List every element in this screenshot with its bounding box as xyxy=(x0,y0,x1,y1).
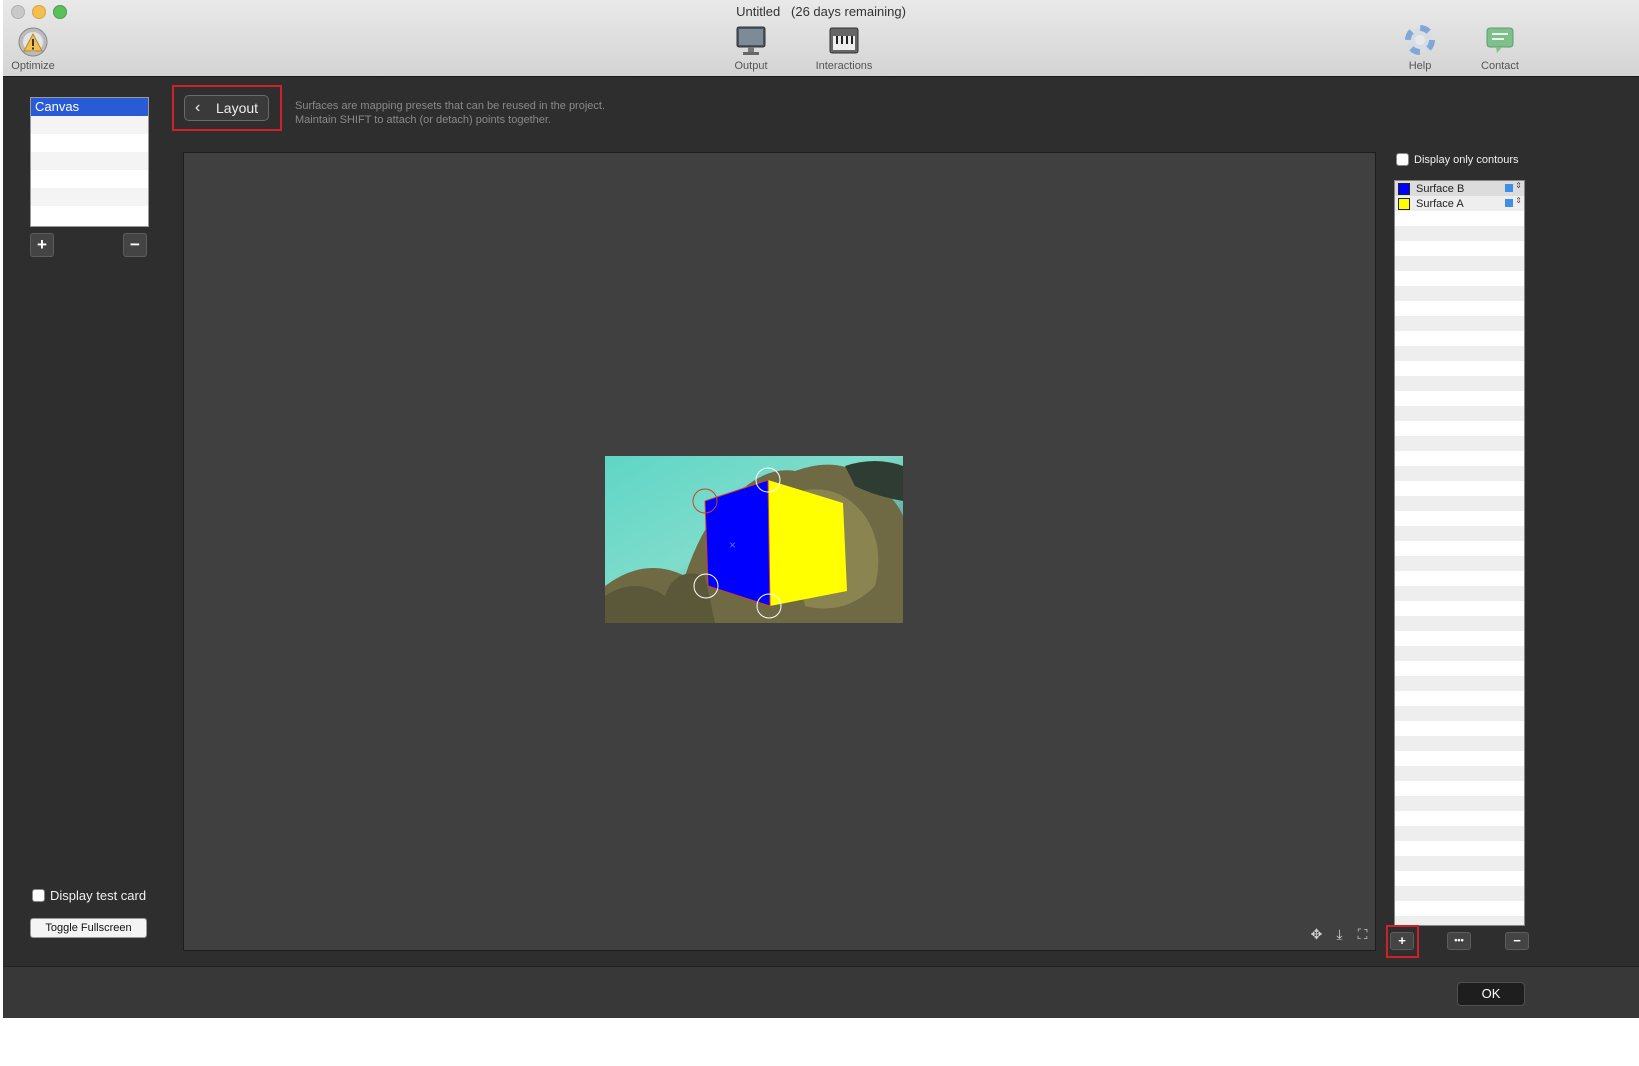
layout-button-label: Layout xyxy=(216,100,259,116)
screenshot-margin xyxy=(0,1018,1639,1066)
optimize-label: Optimize xyxy=(11,60,55,72)
toolbar-output[interactable]: Output xyxy=(711,24,791,72)
output-label: Output xyxy=(734,60,768,72)
document-name: Untitled xyxy=(736,4,781,19)
empty-list-row xyxy=(31,116,148,134)
chat-bubble-icon xyxy=(1486,27,1514,53)
toolbar-help[interactable]: Help xyxy=(1380,24,1460,72)
empty-list-row xyxy=(31,206,148,224)
contact-label: Contact xyxy=(1481,60,1519,72)
fullscreen-icon[interactable]: ⛶ xyxy=(1354,926,1371,943)
title-bar: Untitled (26 days remaining) Optimize Ou… xyxy=(3,0,1639,77)
display-only-contours-toggle[interactable]: Display only contours xyxy=(1396,153,1519,166)
reorder-stepper-icon[interactable]: ⇕ xyxy=(1515,196,1522,205)
app-window: Untitled (26 days remaining) Optimize Ou… xyxy=(3,0,1639,1066)
surface-center-marker: × xyxy=(729,538,736,552)
fit-down-icon[interactable]: ⤓ xyxy=(1331,926,1348,943)
remove-surface-button[interactable]: − xyxy=(1505,932,1529,950)
empty-list-row xyxy=(31,152,148,170)
surface-color-swatch xyxy=(1398,197,1410,210)
canvas-list[interactable]: Canvas xyxy=(30,97,149,227)
empty-list-row xyxy=(31,134,148,152)
empty-list-row xyxy=(31,170,148,188)
lifebuoy-icon xyxy=(1405,25,1435,55)
toggle-fullscreen-button[interactable]: Toggle Fullscreen xyxy=(30,918,147,938)
surface-output-indicator[interactable] xyxy=(1505,199,1513,207)
window-title: Untitled (26 days remaining) xyxy=(3,4,1639,19)
footer-bar xyxy=(3,966,1639,1019)
help-label: Help xyxy=(1408,60,1432,72)
warning-gauge-icon xyxy=(18,27,48,57)
display-test-card-toggle[interactable]: Display test card xyxy=(32,888,146,903)
surface-name: Surface A xyxy=(1416,197,1464,210)
ok-button[interactable]: OK xyxy=(1457,982,1525,1006)
surfaces-list[interactable]: Surface B ⇕ Surface A ⇕ xyxy=(1394,180,1525,926)
empty-list-row xyxy=(31,188,148,206)
display-test-card-checkbox[interactable] xyxy=(32,889,45,902)
add-canvas-button[interactable]: + xyxy=(30,233,54,257)
remove-canvas-button[interactable]: − xyxy=(123,233,147,257)
surface-output-indicator[interactable] xyxy=(1505,184,1513,192)
toolbar-optimize[interactable]: Optimize xyxy=(3,24,73,72)
hint-text-line-1: Surfaces are mapping presets that can be… xyxy=(295,100,606,112)
surface-row-b[interactable]: Surface B ⇕ xyxy=(1395,181,1524,196)
add-surface-button[interactable]: + xyxy=(1390,932,1414,950)
canvas-list-item[interactable]: Canvas xyxy=(31,98,148,116)
trial-notice: (26 days remaining) xyxy=(791,4,906,19)
surface-options-button[interactable]: ••• xyxy=(1447,932,1471,950)
display-only-contours-label: Display only contours xyxy=(1414,153,1519,166)
surface-name: Surface B xyxy=(1416,182,1465,195)
interactions-label: Interactions xyxy=(815,60,873,72)
mapping-preview: × xyxy=(605,456,903,623)
chevron-left-icon: ‹ xyxy=(195,99,201,116)
toolbar-interactions[interactable]: Interactions xyxy=(804,24,884,72)
pan-move-icon[interactable]: ✥ xyxy=(1308,926,1325,943)
toolbar-contact[interactable]: Contact xyxy=(1460,24,1540,72)
display-only-contours-checkbox[interactable] xyxy=(1396,153,1409,166)
canvas-editor[interactable]: × ✥ ⤓ ⛶ xyxy=(183,152,1376,951)
hint-text-line-2: Maintain SHIFT to attach (or detach) poi… xyxy=(295,114,551,126)
surface-b-shape[interactable] xyxy=(705,480,770,606)
surface-row-a[interactable]: Surface A ⇕ xyxy=(1395,196,1524,211)
display-test-card-label: Display test card xyxy=(50,888,147,903)
view-tools: ✥ ⤓ ⛶ xyxy=(1308,926,1371,946)
layout-back-button[interactable]: ‹ Layout xyxy=(184,95,269,121)
monitor-icon xyxy=(736,26,766,55)
surface-color-swatch xyxy=(1398,182,1410,195)
keyboard-piano-icon xyxy=(829,27,859,54)
reorder-stepper-icon[interactable]: ⇕ xyxy=(1515,181,1522,190)
background-video-preview[interactable]: × xyxy=(605,456,903,623)
